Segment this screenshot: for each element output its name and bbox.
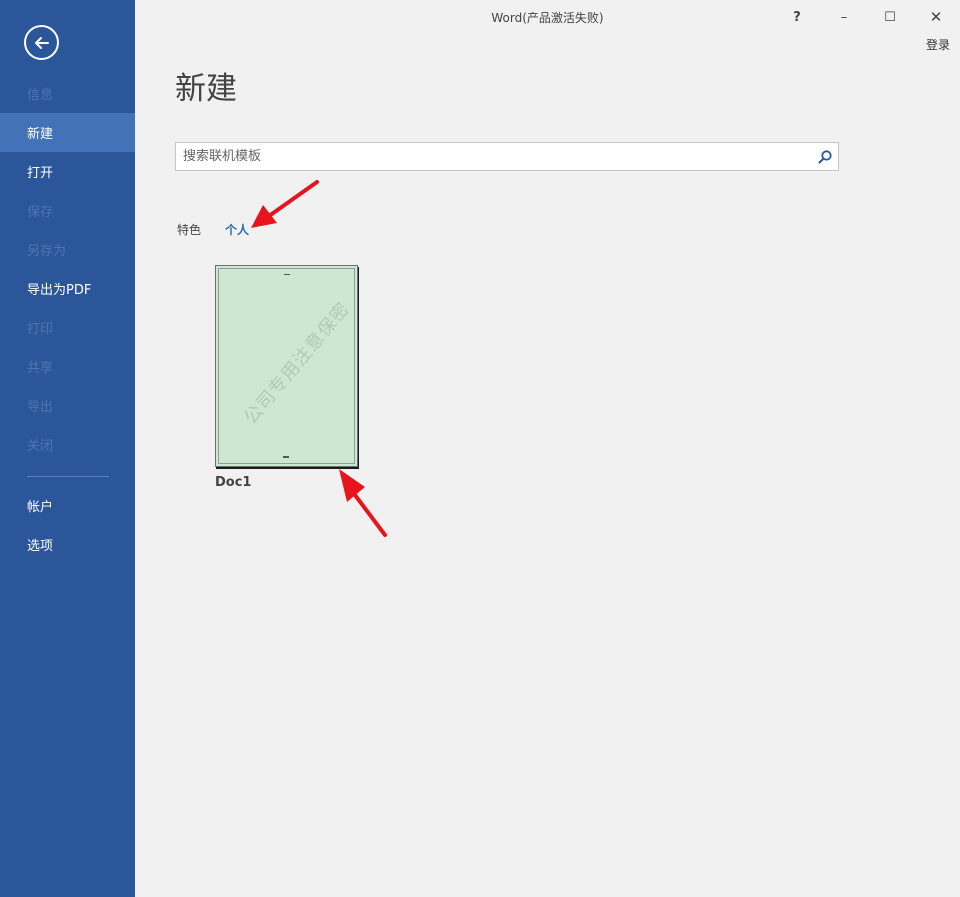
sidebar-item-options[interactable]: 选项 xyxy=(0,525,135,564)
tab-personal[interactable]: 个人 xyxy=(225,221,249,238)
sidebar-item-close[interactable]: 关闭 xyxy=(0,425,135,464)
back-button[interactable] xyxy=(24,25,59,60)
sidebar-item-save[interactable]: 保存 xyxy=(0,191,135,230)
sidebar-item-new[interactable]: 新建 xyxy=(0,113,135,152)
sidebar-item-open[interactable]: 打开 xyxy=(0,152,135,191)
sidebar-item-save-as[interactable]: 另存为 xyxy=(0,230,135,269)
annotation-arrow-icon xyxy=(339,469,387,537)
template-name[interactable]: Doc1 xyxy=(215,475,251,490)
search-icon[interactable] xyxy=(812,143,838,170)
sidebar-item-account[interactable]: 帐户 xyxy=(0,486,135,525)
close-button[interactable]: ✕ xyxy=(921,6,951,28)
template-thumbnail[interactable]: 公司专用注意保密 xyxy=(215,265,358,467)
search-input[interactable] xyxy=(176,143,812,170)
search-bar xyxy=(175,142,839,171)
back-arrow-icon xyxy=(34,36,49,49)
sidebar-item-print[interactable]: 打印 xyxy=(0,308,135,347)
annotation-arrow-icon xyxy=(251,180,319,228)
page-title: 新建 xyxy=(175,71,237,107)
sidebar-item-export[interactable]: 导出 xyxy=(0,386,135,425)
backstage-sidebar: 信息 新建 打开 保存 另存为 导出为PDF 打印 共享 导出 关闭 帐户 选项 xyxy=(0,0,135,897)
tab-featured[interactable]: 特色 xyxy=(177,221,201,238)
sidebar-item-share[interactable]: 共享 xyxy=(0,347,135,386)
maximize-button[interactable]: ☐ xyxy=(875,6,905,28)
sidebar-divider xyxy=(27,476,109,477)
thumbnail-footer-mark xyxy=(283,456,289,458)
sidebar-item-info[interactable]: 信息 xyxy=(0,74,135,113)
help-button[interactable]: ? xyxy=(782,6,812,28)
minimize-button[interactable]: – xyxy=(829,6,859,28)
thumbnail-header-mark xyxy=(284,274,290,275)
login-link[interactable]: 登录 xyxy=(926,36,950,53)
sidebar-item-export-pdf[interactable]: 导出为PDF xyxy=(0,269,135,308)
